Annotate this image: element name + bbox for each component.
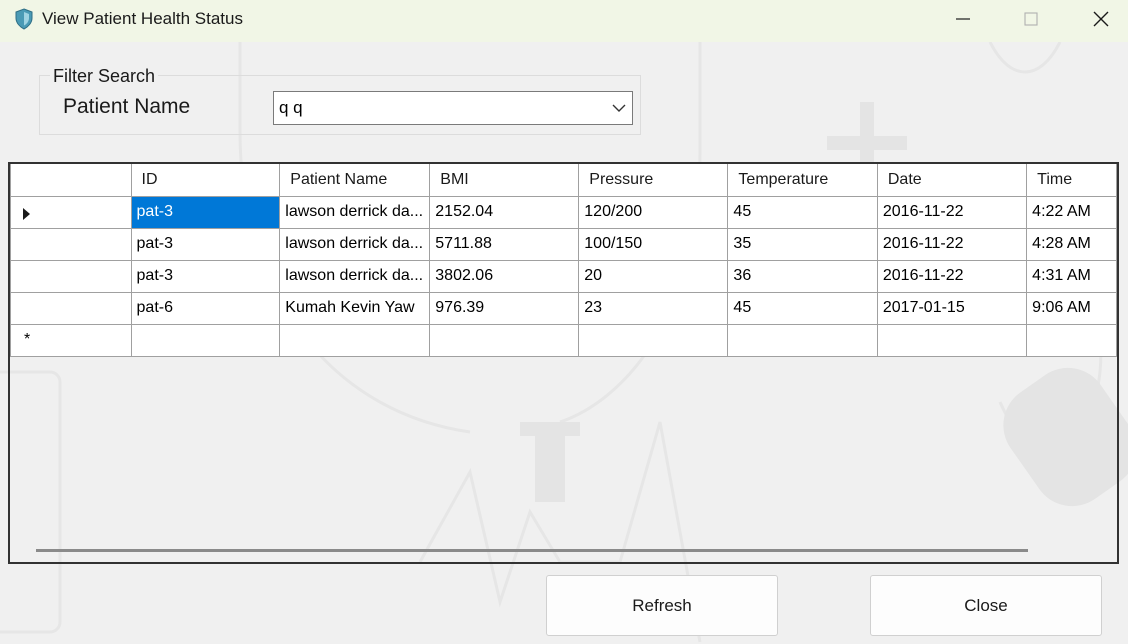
patient-name-label: Patient Name — [63, 95, 191, 118]
table-cell[interactable]: 2016-11-22 — [876, 195, 1028, 229]
table-row[interactable]: pat-3 lawson derrick da... 3802.06 20 36… — [10, 259, 1117, 293]
table-cell[interactable]: 20 — [578, 259, 729, 293]
column-header-id[interactable]: ID — [130, 164, 281, 197]
table-cell[interactable]: pat-6 — [130, 291, 281, 325]
table-row[interactable]: pat-3 lawson derrick da... 5711.88 100/1… — [10, 227, 1117, 261]
table-row[interactable]: pat-6 Kumah Kevin Yaw 976.39 23 45 2017-… — [10, 291, 1117, 325]
column-header-temperature[interactable]: Temperature — [727, 164, 878, 197]
row-header-current[interactable] — [10, 195, 132, 229]
new-row[interactable]: * — [10, 323, 1117, 357]
column-header-pressure[interactable]: Pressure — [578, 164, 729, 197]
table-cell[interactable]: 120/200 — [578, 195, 729, 229]
table-cell[interactable]: 45 — [727, 195, 878, 229]
column-header-date[interactable]: Date — [876, 164, 1028, 197]
table-cell[interactable]: pat-3 — [130, 259, 281, 293]
table-cell[interactable]: lawson derrick da... — [279, 259, 431, 293]
health-status-grid[interactable]: ID Patient Name BMI Pressure Temperature… — [8, 162, 1119, 564]
table-cell[interactable]: pat-3 — [130, 227, 281, 261]
table-cell[interactable] — [727, 323, 878, 357]
minimize-button[interactable] — [928, 0, 998, 38]
patient-name-dropdown[interactable]: q q — [273, 91, 633, 125]
row-header-new[interactable]: * — [10, 323, 132, 357]
table-cell[interactable]: 2017-01-15 — [876, 291, 1028, 325]
patient-name-value: q q — [279, 98, 303, 117]
table-cell[interactable]: lawson derrick da... — [279, 195, 431, 229]
close-window-button[interactable] — [1066, 0, 1128, 38]
refresh-button[interactable]: Refresh — [546, 575, 778, 636]
row-header[interactable] — [10, 259, 132, 293]
corner-header-cell[interactable] — [10, 164, 132, 197]
table-cell[interactable]: 2152.04 — [429, 195, 580, 229]
table-cell[interactable]: Kumah Kevin Yaw — [279, 291, 431, 325]
column-header-patient-name[interactable]: Patient Name — [279, 164, 431, 197]
title-bar[interactable]: View Patient Health Status — [0, 0, 1128, 42]
health-status-table: ID Patient Name BMI Pressure Temperature… — [10, 164, 1117, 357]
row-header[interactable] — [10, 227, 132, 261]
table-cell[interactable]: pat-3 — [130, 195, 281, 229]
table-cell[interactable] — [130, 323, 281, 357]
table-cell[interactable]: 2016-11-22 — [876, 259, 1028, 293]
table-cell[interactable] — [578, 323, 729, 357]
maximize-icon — [1024, 12, 1038, 26]
table-cell[interactable]: 4:31 AM — [1026, 259, 1117, 293]
table-cell[interactable]: 100/150 — [578, 227, 729, 261]
minimize-icon — [956, 18, 970, 20]
table-cell[interactable] — [876, 323, 1028, 357]
new-row-marker: * — [24, 330, 31, 348]
table-cell[interactable]: 5711.88 — [429, 227, 580, 261]
table-cell[interactable] — [429, 323, 580, 357]
table-cell[interactable]: 3802.06 — [429, 259, 580, 293]
column-header-time[interactable]: Time — [1026, 164, 1117, 197]
close-icon — [1093, 11, 1109, 27]
current-row-arrow-icon — [23, 207, 30, 220]
horizontal-scrollbar[interactable] — [36, 549, 1028, 552]
chevron-down-icon[interactable] — [612, 103, 626, 113]
table-cell[interactable]: 35 — [727, 227, 878, 261]
table-cell[interactable]: 45 — [727, 291, 878, 325]
table-cell[interactable]: 36 — [727, 259, 878, 293]
table-cell[interactable]: 2016-11-22 — [876, 227, 1028, 261]
table-cell[interactable]: 23 — [578, 291, 729, 325]
table-cell[interactable]: lawson derrick da... — [279, 227, 431, 261]
window-title: View Patient Health Status — [42, 9, 243, 28]
table-cell[interactable]: 9:06 AM — [1026, 291, 1117, 325]
shield-icon — [15, 8, 33, 30]
table-cell[interactable]: 976.39 — [429, 291, 580, 325]
table-cell[interactable]: 4:28 AM — [1026, 227, 1117, 261]
table-cell[interactable] — [1026, 323, 1117, 357]
column-header-bmi[interactable]: BMI — [429, 164, 580, 197]
table-cell[interactable]: 4:22 AM — [1026, 195, 1117, 229]
close-button[interactable]: Close — [870, 575, 1102, 636]
table-header-row: ID Patient Name BMI Pressure Temperature… — [10, 164, 1117, 197]
filter-search-title: Filter Search — [50, 66, 159, 87]
row-header[interactable] — [10, 291, 132, 325]
table-cell[interactable] — [279, 323, 431, 357]
table-row[interactable]: pat-3 lawson derrick da... 2152.04 120/2… — [10, 195, 1117, 229]
maximize-button[interactable] — [996, 0, 1066, 38]
